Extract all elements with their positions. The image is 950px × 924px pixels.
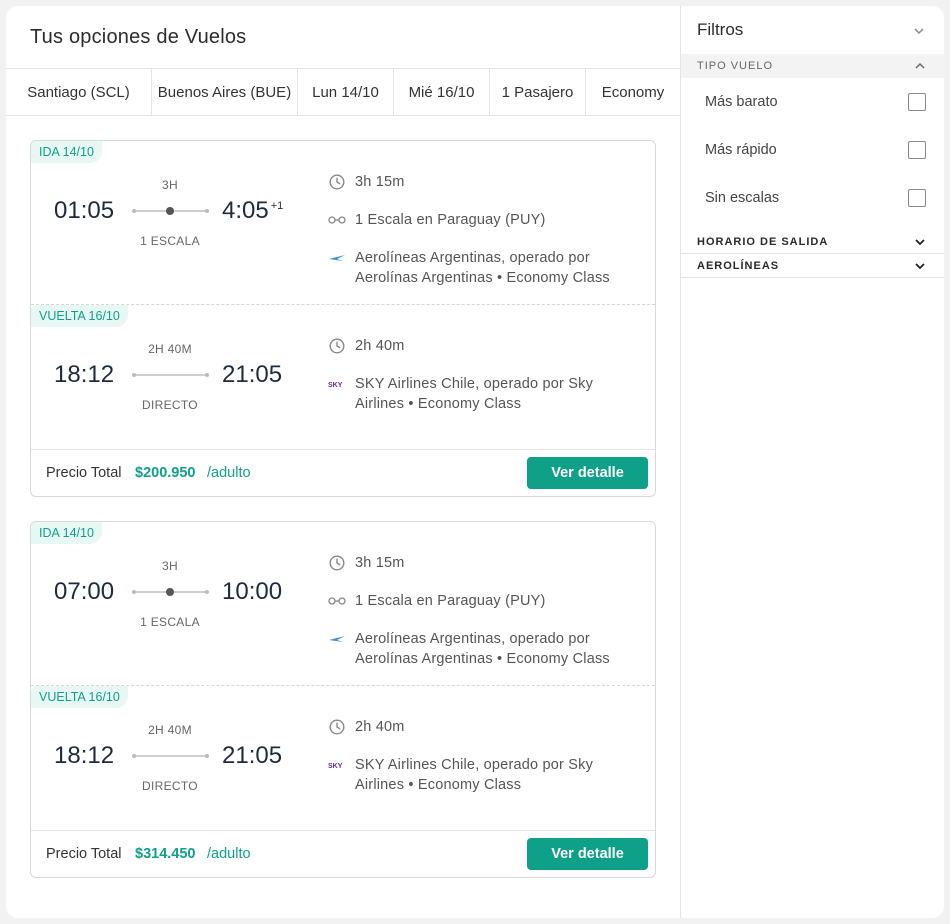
airline-info: SKY Airlines Chile, operado por Sky Airl…: [355, 376, 594, 412]
filter-section-departure-time[interactable]: HORARIO DE SALIDA: [681, 230, 944, 254]
flight-result-card: IDA 14/10 01:05 3H 1 ESCALA 4:05 +1 3h 15…: [30, 140, 656, 497]
search-summary-bar: Santiago (SCL) Buenos Aires (BUE) Lun 14…: [6, 68, 680, 116]
filter-option-label: Más rápido: [705, 142, 777, 158]
view-detail-button[interactable]: Ver detalle: [527, 457, 648, 489]
layover-info: 1 Escala en Paraguay (PUY): [355, 212, 546, 228]
layover-info: 1 Escala en Paraguay (PUY): [355, 593, 546, 609]
sky-airlines-logo: SKY: [328, 756, 346, 774]
clock-icon: [328, 173, 346, 191]
route-line: [132, 207, 209, 215]
filters-title: Filtros: [697, 20, 744, 39]
flight-result-card: IDA 14/10 07:00 3H 1 ESCALA 10:00 3h 15m…: [30, 521, 656, 878]
flight-duration: 3h 15m: [355, 555, 405, 571]
filter-section-airlines[interactable]: AEROLÍNEAS: [681, 254, 944, 278]
stops-label: 1 ESCALA: [140, 615, 200, 629]
link-icon: [328, 211, 346, 229]
route-line: [132, 588, 209, 596]
arrival-time: 21:05: [222, 361, 283, 388]
svg-text:SKY: SKY: [328, 382, 343, 389]
route-line: [132, 373, 209, 377]
svg-text:SKY: SKY: [328, 763, 343, 770]
results-panel: Tus opciones de Vuelos Santiago (SCL) Bu…: [6, 6, 680, 918]
filter-checkbox-nonstop[interactable]: [908, 189, 926, 207]
cabin-class-field[interactable]: Economy: [586, 69, 680, 115]
origin-field[interactable]: Santiago (SCL): [6, 69, 152, 115]
view-detail-button[interactable]: Ver detalle: [527, 838, 648, 870]
total-price: $200.950: [135, 465, 196, 481]
outbound-tag: IDA 14/10: [31, 522, 102, 544]
departure-time: 18:12: [54, 361, 115, 388]
price-footer: Precio Total $314.450 /adulto Ver detall…: [31, 830, 655, 877]
flight-results-list: IDA 14/10 01:05 3H 1 ESCALA 4:05 +1 3h 15…: [30, 140, 656, 902]
departure-time: 18:12: [54, 742, 115, 769]
chevron-down-icon: [915, 263, 925, 270]
total-price: $314.450: [135, 846, 196, 862]
aerolineas-argentinas-logo: [328, 249, 346, 267]
flight-duration-short: 3H: [162, 178, 178, 192]
clock-icon: [328, 554, 346, 572]
return-tag: VUELTA 16/10: [31, 686, 128, 708]
arrival-time: 21:05: [222, 742, 283, 769]
stops-label: 1 ESCALA: [140, 234, 200, 248]
chevron-down-icon: [915, 239, 925, 246]
flight-duration-short: 3H: [162, 559, 178, 573]
link-icon: [328, 592, 346, 610]
stop-dot: [166, 588, 174, 596]
stops-label: DIRECTO: [142, 779, 198, 793]
aerolineas-argentinas-logo: [328, 630, 346, 648]
app-window: Tus opciones de Vuelos Santiago (SCL) Bu…: [6, 6, 944, 918]
flight-duration: 2h 40m: [355, 338, 405, 354]
outbound-segment: IDA 14/10 07:00 3H 1 ESCALA 10:00 3h 15m…: [31, 522, 655, 685]
filter-section-tipo-vuelo[interactable]: TIPO VUELO: [681, 54, 944, 78]
chevron-down-icon[interactable]: [912, 24, 926, 38]
filter-option-label: Más barato: [705, 94, 778, 110]
flight-duration-short: 2H 40M: [148, 723, 192, 737]
arrival-time: 10:00: [222, 578, 283, 605]
filter-checkbox-fastest[interactable]: [908, 141, 926, 159]
chevron-up-icon: [915, 62, 925, 69]
departure-time: 07:00: [54, 578, 115, 605]
next-day-indicator: +1: [270, 200, 284, 212]
destination-field[interactable]: Buenos Aires (BUE): [152, 69, 298, 115]
airline-info: Aerolíneas Argentinas, operado por Aerol…: [355, 250, 610, 286]
filters-sidebar: Filtros TIPO VUELO Más barato Más rápido…: [680, 6, 944, 918]
sky-airlines-logo: SKY: [328, 375, 346, 393]
airline-info: SKY Airlines Chile, operado por Sky Airl…: [355, 757, 594, 793]
return-tag: VUELTA 16/10: [31, 305, 128, 327]
flight-duration: 3h 15m: [355, 174, 405, 190]
departure-time: 01:05: [54, 197, 115, 224]
return-segment: VUELTA 16/10 18:12 2H 40M DIRECTO 21:05 …: [31, 685, 655, 830]
depart-date-field[interactable]: Lun 14/10: [298, 69, 394, 115]
outbound-segment: IDA 14/10 01:05 3H 1 ESCALA 4:05 +1 3h 15…: [31, 141, 655, 304]
return-date-field[interactable]: Mié 16/10: [394, 69, 490, 115]
clock-icon: [328, 718, 346, 736]
arrival-time: 4:05 +1: [222, 197, 284, 224]
filter-option-label: Sin escalas: [705, 190, 780, 206]
return-segment: VUELTA 16/10 18:12 2H 40M DIRECTO 21:05 …: [31, 304, 655, 449]
outbound-tag: IDA 14/10: [31, 141, 102, 163]
route-line: [132, 754, 209, 758]
price-unit: /adulto: [207, 465, 251, 481]
price-label: Precio Total: [46, 846, 122, 862]
clock-icon: [328, 337, 346, 355]
filter-checkbox-cheapest[interactable]: [908, 93, 926, 111]
airline-info: Aerolíneas Argentinas, operado por Aerol…: [355, 631, 610, 667]
page-title: Tus opciones de Vuelos: [30, 26, 247, 48]
price-unit: /adulto: [207, 846, 251, 862]
price-footer: Precio Total $200.950 /adulto Ver detall…: [31, 449, 655, 496]
flight-duration: 2h 40m: [355, 719, 405, 735]
stops-label: DIRECTO: [142, 398, 198, 412]
stop-dot: [166, 207, 174, 215]
flight-duration-short: 2H 40M: [148, 342, 192, 356]
passengers-field[interactable]: 1 Pasajero: [490, 69, 586, 115]
price-label: Precio Total: [46, 465, 122, 481]
